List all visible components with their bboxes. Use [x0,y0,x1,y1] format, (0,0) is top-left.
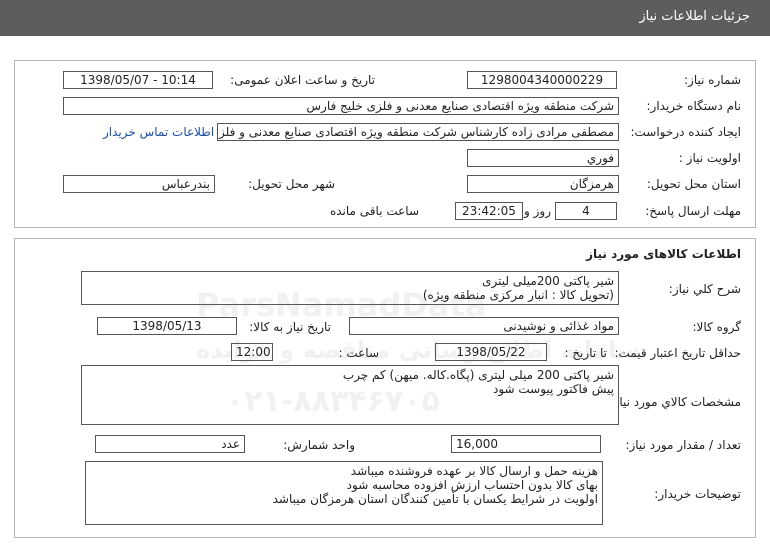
quantity-label: تعداد / مقدار مورد نیاز: [625,438,741,452]
request-info-panel: شماره نیاز: 1298004340000229 تاریخ و ساع… [14,60,756,228]
unit-field: عدد [95,435,245,453]
until-date-label: تا تاریخ : [564,346,607,360]
requester-label: ایجاد کننده درخواست: [630,125,741,139]
until-hour-field: 12:00 [231,343,273,361]
province-label: استان محل تحویل: [646,177,741,191]
buyer-notes-field: هزینه حمل و ارسال کالا بر عهده فروشنده م… [85,461,603,525]
deadline-label: مهلت ارسال پاسخ: [645,204,741,218]
need-date-label: تاریخ نیاز به کالا: [249,320,331,334]
specification-line-2: پیش فاکتور پیوست شود [492,382,614,396]
general-description-label: شرح کلي نیاز: [668,282,741,296]
page-title: جزئیات اطلاعات نیاز [639,9,750,24]
general-description-line-2: (تحویل کالا : انبار مرکزی منطقه ویژه) [422,288,614,302]
buyer-contact-link[interactable]: اطلاعات تماس خریدار [103,125,214,139]
city-field: بندرعباس [63,175,215,193]
need-number-field: 1298004340000229 [467,71,617,89]
priority-label: اولویت نیاز : [678,151,741,165]
buyer-notes-line-1: هزینه حمل و ارسال کالا بر عهده فروشنده م… [350,464,598,478]
deadline-days-field: 4 [555,202,617,220]
goods-group-field: مواد غذائی و نوشیدنی [349,317,619,335]
buyer-name-label: نام دستگاه خریدار: [646,99,742,113]
until-hour-label: ساعت : [338,346,379,360]
buyer-notes-label: توضیحات خریدار: [654,487,741,501]
announce-date-label: تاریخ و ساعت اعلان عمومی: [230,73,375,87]
buyer-notes-line-2: بهای کالا بدون احتساب ارزش افزوده محاسبه… [346,478,598,492]
requester-field: مصطفی مرادی زاده کارشناس شرکت منطقه ویژه… [217,123,619,141]
city-label: شهر محل تحویل: [248,177,335,191]
remaining-time-label: ساعت باقی مانده [329,204,419,218]
need-number-label: شماره نیاز: [684,73,741,87]
deadline-days-unit: روز و [524,204,551,218]
specification-label: مشخصات کالاي مورد نیاز: [609,395,741,409]
goods-group-label: گروه کالا: [692,320,742,334]
priority-field: فوري [467,149,619,167]
general-description-field: شیر پاکتی 200میلی لیتری (تحویل کالا : ان… [81,271,619,305]
page-header: جزئیات اطلاعات نیاز [0,0,770,36]
need-date-field: 1398/05/13 [97,317,237,335]
unit-label: واحد شمارش: [283,438,355,452]
deadline-time-field: 23:42:05 [455,202,523,220]
general-description-line-1: شیر پاکتی 200میلی لیتری [482,274,614,288]
specification-line-1: شیر پاکتی 200 میلی لیتری (پگاه.کاله. میه… [342,368,614,382]
price-validity-label: حداقل تاریخ اعتبار قیمت: [614,346,741,360]
buyer-name-field: شرکت منطقه ویژه اقتصادی صنایع معدنی و فل… [63,97,619,115]
until-date-field: 1398/05/22 [435,343,547,361]
goods-info-panel: اطلاعات کالاهای مورد نیاز شرح کلي نیاز: … [14,238,756,538]
specification-field: شیر پاکتی 200 میلی لیتری (پگاه.کاله. میه… [81,365,619,425]
buyer-notes-line-3: اولویت در شرایط یکسان با تأمین کنندگان ا… [272,492,598,506]
goods-section-title: اطلاعات کالاهای مورد نیاز [586,247,741,261]
province-field: هرمزگان [467,175,619,193]
announce-date-field: 1398/05/07 - 10:14 [63,71,213,89]
quantity-field: 16,000 [451,435,601,453]
